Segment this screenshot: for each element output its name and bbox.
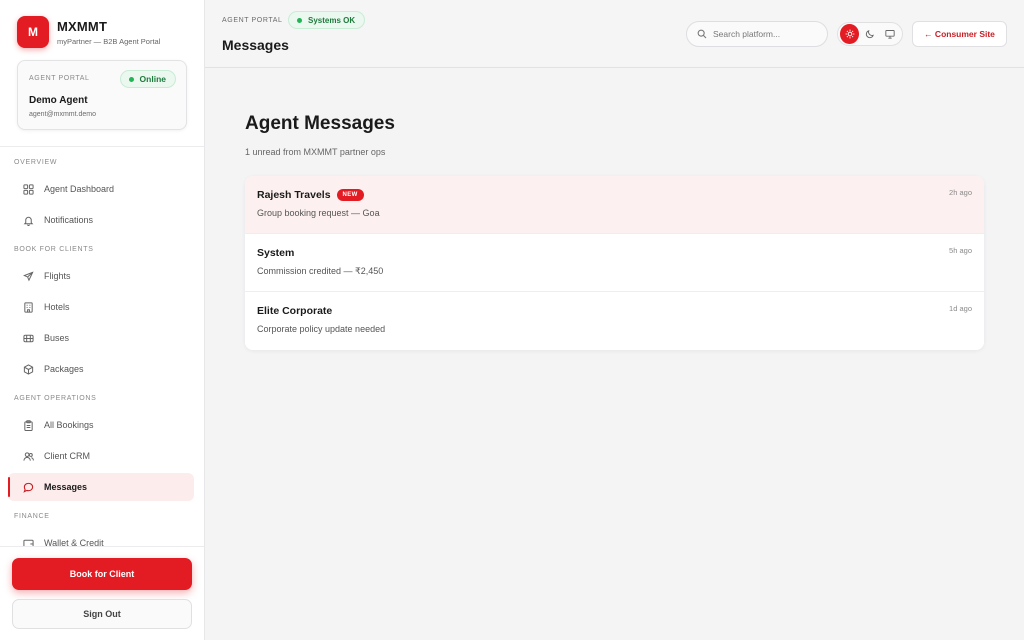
consumer-site-link[interactable]: ← Consumer Site [912, 21, 1007, 47]
system-status-text: Systems OK [308, 15, 356, 25]
sidebar-item-label: Messages [44, 482, 88, 492]
brand-logo: M [17, 16, 49, 48]
sidebar-item-label: Packages [44, 364, 84, 374]
users-icon [22, 450, 34, 462]
sidebar-item-label: Agent Dashboard [44, 184, 115, 194]
message-icon [22, 481, 34, 493]
nav-section-agent-operations: AGENT OPERATIONS [14, 395, 97, 402]
sidebar-item-client-crm[interactable]: Client CRM [8, 442, 194, 470]
message-row[interactable]: System Commission credited — ₹2,450 5h a… [245, 234, 984, 292]
search-input[interactable] [713, 29, 818, 39]
new-badge: NEW [336, 189, 364, 201]
status-dot [128, 76, 134, 82]
sidebar-item-agent-dashboard[interactable]: Agent Dashboard [8, 175, 194, 203]
bus-icon [22, 332, 34, 344]
sidebar-item-messages[interactable]: Messages [8, 473, 194, 501]
message-time: 2h ago [949, 188, 972, 197]
sidebar-nav: OVERVIEW Agent Dashboard Notifications B… [0, 146, 204, 546]
sidebar-item-all-bookings[interactable]: All Bookings [8, 411, 194, 439]
top-header: AGENT PORTAL Systems OK Messages ← Consu… [205, 0, 1024, 68]
package-icon [22, 363, 34, 375]
sidebar-item-label: Hotels [44, 302, 70, 312]
clipboard-icon [22, 419, 34, 431]
book-for-client-button[interactable]: Book for Client [12, 558, 192, 590]
nav-section-finance: FINANCE [14, 513, 50, 520]
nav-section-book-for-clients: BOOK FOR CLIENTS [14, 246, 94, 253]
message-preview: Corporate policy update needed [257, 324, 386, 334]
sidebar-item-packages[interactable]: Packages [8, 355, 194, 383]
main-content: Agent Messages 1 unread from MXMMT partn… [205, 69, 1024, 640]
brand[interactable]: M MXMMT myPartner — B2B Agent Portal [17, 16, 160, 48]
sidebar-item-label: Wallet & Credit [44, 538, 104, 546]
wallet-icon [22, 537, 34, 546]
unread-summary: 1 unread from MXMMT partner ops [245, 147, 386, 157]
page-title: Messages [222, 37, 289, 53]
brand-name: MXMMT [57, 18, 108, 34]
online-status-badge: Online [119, 70, 176, 88]
message-preview: Group booking request — Goa [257, 208, 380, 218]
moon-icon [865, 30, 874, 39]
agent-card: AGENT PORTAL Online Demo Agent agent@mxm… [17, 60, 187, 130]
sidebar-item-wallet-credit[interactable]: Wallet & Credit [8, 529, 194, 546]
agent-card-label: AGENT PORTAL [29, 75, 90, 82]
bell-icon [22, 214, 34, 226]
brand-subtitle: myPartner — B2B Agent Portal [57, 36, 161, 46]
nav-section-overview: OVERVIEW [14, 159, 58, 166]
building-icon [22, 301, 34, 313]
system-status-badge: Systems OK [288, 11, 366, 29]
agent-name: Demo Agent [29, 95, 88, 106]
theme-dark-button[interactable] [860, 24, 879, 44]
sidebar-item-flights[interactable]: Flights [8, 262, 194, 290]
theme-system-button[interactable] [881, 24, 900, 44]
sidebar-item-label: Client CRM [44, 451, 91, 461]
dashboard-icon [22, 183, 34, 195]
message-sender: Elite Corporate [257, 305, 333, 317]
plane-icon [22, 270, 34, 282]
message-time: 5h ago [949, 246, 972, 255]
search-icon [697, 29, 707, 39]
sidebar-actions: Book for Client Sign Out [0, 546, 204, 640]
sidebar-item-label: Buses [44, 333, 70, 343]
sidebar-item-label: Notifications [44, 215, 94, 225]
sun-icon [845, 29, 854, 39]
online-status-text: Online [139, 74, 166, 84]
message-list: Rajesh Travels NEW Group booking request… [245, 176, 984, 350]
message-sender: Rajesh Travels [257, 189, 331, 201]
search-box[interactable] [686, 21, 828, 47]
message-time: 1d ago [949, 304, 972, 313]
status-dot [297, 17, 302, 23]
agent-email: agent@mxmmt.demo [29, 111, 97, 118]
messages-heading: Agent Messages [245, 113, 395, 134]
sidebar-item-label: All Bookings [44, 420, 94, 430]
theme-light-button[interactable] [840, 24, 860, 44]
sidebar-item-notifications[interactable]: Notifications [8, 206, 194, 234]
message-preview: Commission credited — ₹2,450 [257, 266, 384, 276]
sidebar: M MXMMT myPartner — B2B Agent Portal AGE… [0, 0, 205, 640]
theme-switcher [837, 22, 903, 46]
message-row[interactable]: Rajesh Travels NEW Group booking request… [245, 176, 984, 234]
monitor-icon [885, 30, 895, 39]
message-row[interactable]: Elite Corporate Corporate policy update … [245, 292, 984, 350]
message-sender: System [257, 247, 295, 259]
sidebar-item-buses[interactable]: Buses [8, 324, 194, 352]
sidebar-item-label: Flights [44, 271, 71, 281]
portal-label: AGENT PORTAL [222, 17, 283, 24]
sidebar-item-hotels[interactable]: Hotels [8, 293, 194, 321]
sign-out-button[interactable]: Sign Out [12, 599, 192, 629]
